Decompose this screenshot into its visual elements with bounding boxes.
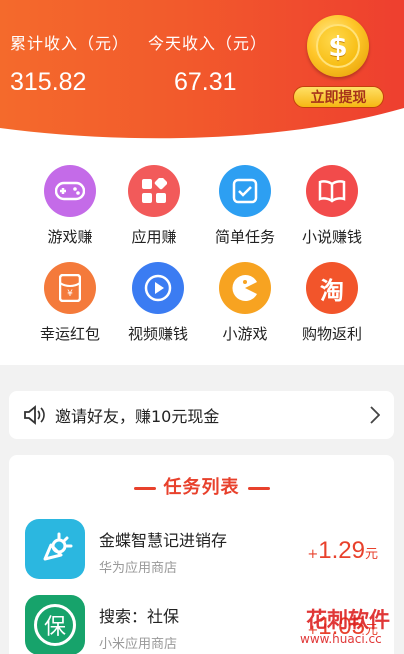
task-list-title-text: 任务列表 (163, 477, 240, 498)
task-row[interactable]: 金蝶智慧记进销存 华为应用商店 +1.29元 (9, 519, 394, 589)
total-income: 累计收入（元） 315.82 (10, 30, 129, 97)
today-income: 今天收入（元） 67.31 (148, 30, 267, 97)
pacman-icon (219, 262, 271, 314)
today-income-label: 今天收入（元） (148, 34, 268, 53)
category-label: 小游戏 (222, 325, 268, 343)
category-novel[interactable]: 小说赚钱 (287, 165, 377, 247)
gold-coin-icon: $ (307, 15, 369, 77)
app-root: 累计收入（元） 315.82 今天收入（元） 67.31 $ 立即提现 游戏赚 … (0, 0, 404, 654)
coin-symbol: $ (316, 24, 360, 68)
task-name: 金蝶智慧记进销存 (99, 531, 228, 550)
today-income-value: 67.31 (174, 68, 237, 96)
watermark-logo: 花刺软件 (306, 608, 390, 632)
category-simple-task[interactable]: 简单任务 (200, 165, 290, 247)
task-list-title: 任务列表 (9, 473, 394, 499)
category-label: 应用赚 (131, 228, 177, 246)
reward-unit: 元 (364, 547, 378, 562)
app-glyph: 保 (34, 604, 76, 646)
title-decor-left (133, 486, 156, 490)
income-header: 累计收入（元） 315.82 今天收入（元） 67.31 $ 立即提现 (0, 0, 404, 140)
apps-icon (128, 165, 180, 217)
withdraw-button[interactable]: 立即提现 (293, 86, 384, 108)
invite-friends-bar[interactable]: 邀请好友，赚10元现金 (9, 391, 394, 439)
taobao-icon: 淘 (306, 262, 358, 314)
gamepad-icon (44, 165, 96, 217)
category-label: 视频赚钱 (127, 325, 188, 343)
category-mini-game[interactable]: 小游戏 (200, 262, 290, 344)
kingdee-app-icon (25, 519, 85, 579)
reward-plus: + (307, 547, 319, 562)
task-name: 搜索：社保 (99, 607, 180, 626)
category-video[interactable]: 视频赚钱 (113, 262, 203, 344)
category-label: 幸运红包 (39, 325, 100, 343)
social-security-app-icon: 保 (25, 595, 85, 654)
task-reward: +1.29元 (307, 537, 378, 565)
category-label: 小说赚钱 (301, 228, 362, 246)
category-grid: 游戏赚 应用赚 简单任务 小说赚钱 ¥ 幸运红包 视频赚钱 小游戏 淘 购物返利 (0, 140, 404, 365)
category-shopping[interactable]: 淘 购物返利 (287, 262, 377, 344)
invite-text: 邀请好友，赚10元现金 (55, 407, 220, 426)
title-decor-right (247, 486, 270, 490)
task-check-icon (219, 165, 271, 217)
category-red-packet[interactable]: ¥ 幸运红包 (25, 262, 115, 344)
red-packet-icon: ¥ (44, 262, 96, 314)
reward-amount: 1.29 (318, 537, 365, 564)
category-apps[interactable]: 应用赚 (109, 165, 199, 247)
svg-text:¥: ¥ (67, 289, 73, 299)
task-source: 小米应用商店 (99, 637, 178, 652)
category-label: 购物返利 (301, 325, 362, 343)
category-game[interactable]: 游戏赚 (25, 165, 115, 247)
total-income-label: 累计收入（元） (10, 34, 130, 53)
book-icon (306, 165, 358, 217)
total-income-value: 315.82 (10, 68, 87, 96)
chevron-right-icon (370, 406, 380, 424)
category-label: 简单任务 (214, 228, 275, 246)
category-label: 游戏赚 (47, 228, 93, 246)
task-source: 华为应用商店 (99, 561, 178, 576)
play-icon (132, 262, 184, 314)
speaker-icon (24, 405, 45, 425)
watermark-url: www.huaci.cc (300, 632, 382, 646)
